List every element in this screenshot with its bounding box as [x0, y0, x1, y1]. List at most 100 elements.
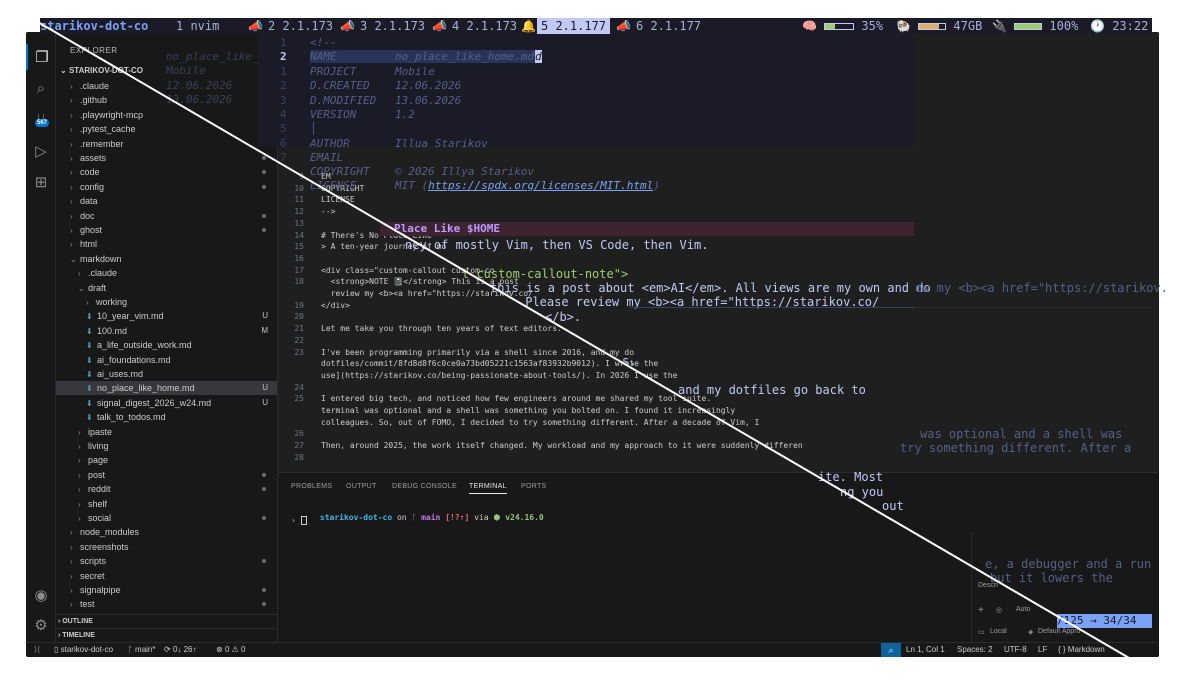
status-spaces[interactable]: Spaces: 2: [957, 645, 993, 654]
status-language[interactable]: { } Markdown: [1058, 645, 1105, 654]
tree-folder[interactable]: › node_modules: [56, 525, 277, 539]
tmux-window-3[interactable]: 3 2.1.173: [356, 18, 429, 34]
tree-folder[interactable]: › ipaste: [56, 425, 277, 439]
tree-folder[interactable]: › ghost: [56, 223, 277, 237]
add-context-icon[interactable]: +: [978, 605, 984, 616]
status-position[interactable]: Ln 1, Col 1: [906, 645, 945, 654]
tmux-window-1[interactable]: 1 nvim: [172, 18, 223, 34]
tab-problems[interactable]: PROBLEMS: [291, 483, 332, 490]
plug-icon: 🔌: [992, 19, 1007, 33]
tree-folder[interactable]: ⌄ draft: [56, 281, 277, 295]
modified-dot: [262, 559, 266, 564]
status-repo[interactable]: ▯ starikov-dot-co: [54, 645, 113, 654]
tree-folder[interactable]: › page: [56, 453, 277, 467]
remote-icon[interactable]: ⟩⟨: [34, 645, 40, 654]
timeline-section[interactable]: › TIMELINE: [56, 628, 277, 642]
modified-dot: [262, 588, 266, 592]
tree-file[interactable]: ⬇ ai_uses.md: [56, 367, 277, 381]
tree-folder[interactable]: › .claude: [56, 266, 277, 280]
tree-folder[interactable]: › screenshots: [56, 540, 277, 554]
tree-folder[interactable]: ⌄ markdown: [56, 252, 277, 266]
status-encoding[interactable]: UTF-8: [1004, 645, 1027, 654]
tmux-window-4[interactable]: 4 2.1.173: [448, 18, 521, 34]
tree-item-label: markdown: [80, 253, 122, 264]
status-eol[interactable]: LF: [1038, 645, 1047, 654]
mode-auto[interactable]: Auto: [1016, 606, 1030, 613]
status-sync[interactable]: ⟳ 0↓ 26↑: [164, 645, 197, 654]
status-bar: ⟩⟨ ▯ starikov-dot-co ᚴ main* ⟳ 0↓ 26↑ ⊗ …: [26, 642, 1159, 657]
repo-root[interactable]: ⌄ STARIKOV-DOT-CO: [60, 66, 143, 75]
terminal-prompt-line[interactable]: starikov-dot-co on ᚴ main [!?⇡] via ⬢ v2…: [291, 504, 544, 531]
editor-line-number: 22: [294, 335, 304, 345]
editor-line-number: 10: [294, 183, 304, 193]
tree-folder[interactable]: › config: [56, 180, 277, 194]
status-branch[interactable]: ᚴ main*: [128, 645, 155, 654]
tree-folder[interactable]: › data: [56, 194, 277, 208]
mic-icon[interactable]: ◎: [996, 606, 1002, 614]
run-debug-icon[interactable]: ▷: [26, 138, 56, 164]
tree-folder[interactable]: › reddit: [56, 482, 277, 496]
settings-gear-icon[interactable]: ⚙: [26, 612, 56, 638]
modified-dot: [262, 602, 266, 607]
tree-folder[interactable]: › assets: [56, 151, 277, 165]
tree-folder[interactable]: › .remember: [56, 137, 277, 151]
tree-file[interactable]: ⬇ a_life_outside_work.md: [56, 338, 277, 352]
chevron-right-icon: ›: [70, 542, 73, 552]
terminal-via: via: [474, 513, 489, 522]
tree-folder[interactable]: › .pytest_cache: [56, 122, 277, 136]
tmux-window-6[interactable]: 6 2.1.177: [632, 18, 705, 34]
megaphone-icon: 📣: [432, 19, 447, 33]
tmux-window-5[interactable]: 5 2.1.177: [537, 18, 611, 34]
tree-file[interactable]: ⬇ ai_foundations.md: [56, 353, 277, 367]
tree-folder[interactable]: › code: [56, 165, 277, 179]
nvim-header-label: PROJECT: [310, 64, 357, 78]
tree-folder[interactable]: › post: [56, 468, 277, 482]
account-icon[interactable]: ◉: [26, 582, 56, 608]
tab-terminal[interactable]: TERMINAL: [469, 483, 507, 494]
tree-folder[interactable]: › working: [56, 295, 277, 309]
tree-folder[interactable]: › scripts: [56, 554, 277, 568]
nvim-line-out: out: [882, 499, 904, 513]
tree-item-label: draft: [88, 282, 107, 293]
extensions-icon[interactable]: ⊞: [26, 169, 56, 195]
tab-ports[interactable]: PORTS: [521, 483, 547, 490]
tmux-window-2[interactable]: 2 2.1.173: [264, 18, 337, 34]
tree-file[interactable]: ⬇ talk_to_todos.md: [56, 410, 277, 424]
modified-dot: [262, 472, 266, 477]
files-icon[interactable]: ❐: [26, 44, 56, 70]
outline-section[interactable]: › OUTLINE: [56, 614, 277, 628]
tree-folder[interactable]: › test: [56, 597, 277, 611]
modified-dot: [262, 213, 266, 218]
nvim-line-s: s.: [622, 354, 637, 368]
tree-file[interactable]: ⬇ 100.md M: [56, 324, 277, 338]
tab-debug-console[interactable]: DEBUG CONSOLE: [392, 483, 457, 490]
tree-file[interactable]: ⬇ no_place_like_home.md U: [56, 381, 277, 396]
chat-approvals[interactable]: Default Appro: [1038, 628, 1080, 635]
tree-folder[interactable]: › secret: [56, 569, 277, 583]
sync-icon: ⟳: [164, 645, 173, 654]
chevron-right-icon: ›: [78, 514, 81, 523]
nvim-indent-guide: │: [310, 122, 317, 136]
nvim-line-number: 6: [280, 136, 287, 150]
nvim-header-label: D.MODIFIED: [310, 93, 377, 107]
tree-folder[interactable]: › social: [56, 511, 277, 525]
zoom-icon[interactable]: ⌕: [881, 643, 901, 657]
search-icon[interactable]: ⌕: [26, 75, 56, 101]
tree-folder[interactable]: › doc: [56, 209, 277, 223]
status-problems[interactable]: ⊗ 0 ⚠ 0: [216, 645, 245, 654]
tree-item-label: signalpipe: [80, 585, 121, 595]
tree-folder[interactable]: › html: [56, 237, 277, 251]
tree-folder[interactable]: › .playwright-mcp: [56, 108, 277, 122]
nvim-header-float[interactable]: 1 <!-- 2 NAME no_place_like_home.md d 1 PROJECT…: [258, 34, 914, 164]
chat-local[interactable]: Local: [990, 628, 1007, 635]
license-label: LICENSE: [310, 179, 357, 192]
tree-file[interactable]: ⬇ signal_digest_2026_w24.md U: [56, 396, 277, 410]
tree-folder[interactable]: › shelf: [56, 497, 277, 511]
terminal-input-line[interactable]: ›: [291, 516, 307, 525]
editor-line-number: 26: [294, 429, 304, 439]
explorer-title: EXPLORER: [70, 46, 118, 55]
tab-output[interactable]: OUTPUT: [346, 483, 377, 490]
tree-folder[interactable]: › signalpipe: [56, 583, 277, 597]
tree-folder[interactable]: › living: [56, 439, 277, 453]
tree-file[interactable]: ⬇ 10_year_vim.md U: [56, 309, 277, 323]
